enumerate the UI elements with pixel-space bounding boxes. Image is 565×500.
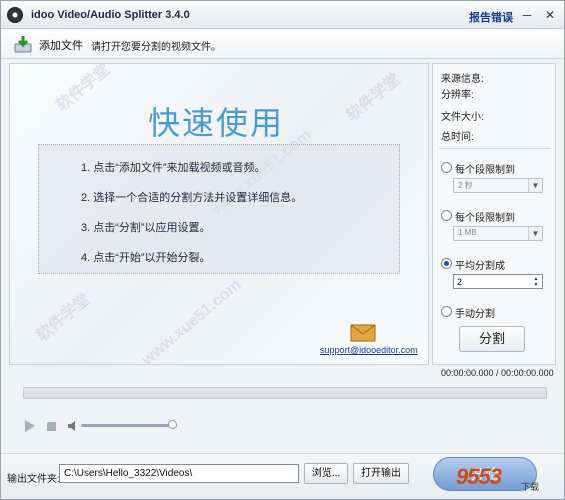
size-limit-select[interactable]: 1 MB ▼	[453, 226, 543, 241]
split-by-size-radio[interactable]	[441, 210, 452, 221]
split-evenly-radio[interactable]	[441, 258, 452, 269]
split-button[interactable]: 分割	[459, 326, 525, 352]
report-error-link[interactable]: 报告错误	[469, 9, 513, 25]
close-button[interactable]: ✕	[541, 7, 559, 23]
divider	[439, 148, 551, 149]
split-count-input[interactable]	[457, 276, 527, 288]
title-bar: idoo Video/Audio Splitter 3.4.0 报告错误 ─ ✕	[1, 1, 564, 29]
preview-panel: 软件学堂 软件学堂 www.xue51.com 软件学堂 www.xue51.c…	[9, 63, 429, 365]
support-email-link[interactable]: support@idooeditor.com	[320, 345, 418, 355]
open-output-button[interactable]: 打开输出	[353, 463, 409, 484]
timecode: 00:00:00.000 / 00:00:00.000	[441, 368, 554, 378]
chevron-down-icon: ▼	[528, 179, 542, 192]
watermark: www.xue51.com	[138, 276, 245, 365]
split-evenly-label: 平均分割成	[455, 261, 505, 272]
time-limit-select[interactable]: 2 秒 ▼	[453, 178, 543, 193]
output-folder-input[interactable]	[59, 464, 299, 483]
add-file-icon	[14, 36, 32, 53]
manual-split-radio[interactable]	[441, 306, 452, 317]
watermark: 软件学堂	[343, 70, 404, 126]
duration-label: 总时间:	[441, 132, 474, 143]
browse-button[interactable]: 浏览...	[304, 463, 348, 484]
guide-step: 3. 点击“分割”以应用设置。	[81, 222, 211, 234]
chevron-down-icon: ▼	[528, 227, 542, 240]
app-window: idoo Video/Audio Splitter 3.4.0 报告错误 ─ ✕…	[0, 0, 565, 500]
site-logo-sub: 下载	[521, 482, 540, 492]
quick-start-title: 快速使用	[148, 105, 285, 141]
watermark: 软件学堂	[33, 290, 94, 346]
split-by-time-label: 每个段限制到	[455, 165, 515, 176]
output-bar: 输出文件夹: 浏览... 打开输出 开始 9553 下载	[1, 453, 564, 499]
source-info-label: 来源信息:	[441, 74, 484, 85]
minimize-button[interactable]: ─	[518, 7, 536, 23]
settings-panel: 来源信息: 分辨率: 文件大小: 总时间: 每个段限制到 2 秒 ▼ 每个段限制…	[432, 63, 556, 365]
add-file-label: 添加文件	[39, 40, 83, 52]
time-limit-value: 2 秒	[458, 181, 473, 190]
file-size-label: 文件大小:	[441, 112, 484, 123]
output-folder-label: 输出文件夹:	[7, 474, 60, 485]
add-file-button[interactable]: 添加文件	[9, 33, 83, 55]
timeline-slider[interactable]	[23, 387, 547, 399]
manual-split-label: 手动分割	[455, 309, 495, 320]
guide-step: 1. 点击“添加文件”来加载视频或音频。	[81, 162, 266, 174]
split-by-time-radio[interactable]	[441, 162, 452, 173]
quick-start-guide: 1. 点击“添加文件”来加载视频或音频。 2. 选择一个合适的分割方法并设置详细…	[38, 144, 400, 274]
volume-slider-handle[interactable]	[167, 420, 177, 429]
guide-step: 2. 选择一个合适的分割方法并设置详细信息。	[81, 192, 303, 204]
volume-slider[interactable]	[81, 424, 177, 427]
split-by-size-label: 每个段限制到	[455, 213, 515, 224]
envelope-icon	[350, 324, 376, 342]
stop-button[interactable]	[47, 422, 56, 431]
window-title: idoo Video/Audio Splitter 3.4.0	[31, 9, 190, 21]
spin-down-icon[interactable]: ▼	[531, 282, 541, 288]
site-logo: 9553	[456, 464, 502, 489]
volume-icon[interactable]	[67, 420, 81, 432]
guide-step: 4. 点击“开始”以开始分裂。	[81, 252, 211, 264]
toolbar: 添加文件 请打开您要分割的视频文件。	[1, 29, 564, 59]
toolbar-hint: 请打开您要分割的视频文件。	[91, 42, 221, 53]
resolution-label: 分辨率:	[441, 90, 474, 101]
split-count-stepper[interactable]: ▲ ▼	[453, 274, 543, 289]
play-button[interactable]	[25, 420, 35, 432]
size-limit-value: 1 MB	[458, 228, 477, 237]
watermark: 软件学堂	[53, 63, 114, 116]
film-reel-icon	[7, 7, 23, 23]
